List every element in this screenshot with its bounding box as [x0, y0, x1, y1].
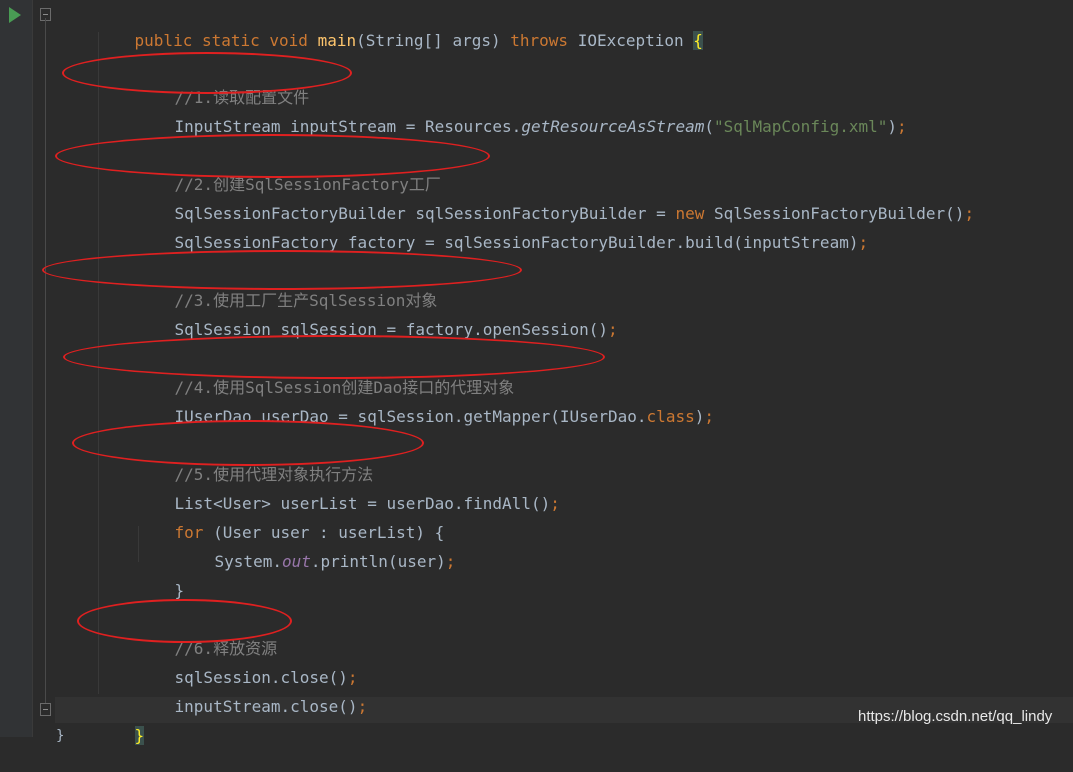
- code-text: System.: [214, 552, 282, 571]
- code-line-method-close[interactable]: }: [96, 700, 145, 745]
- code-line-builder[interactable]: SqlSessionFactoryBuilder sqlSessionFacto…: [136, 178, 975, 223]
- code-text: }: [174, 581, 185, 600]
- annotation-ellipse: [72, 420, 424, 466]
- matched-brace: }: [134, 726, 145, 745]
- annotation-ellipse: [62, 52, 352, 94]
- keyword: void: [269, 31, 308, 50]
- code-line-dao[interactable]: IUserDao userDao = sqlSession.getMapper(…: [136, 381, 714, 426]
- code-line-factory[interactable]: SqlSessionFactory factory = sqlSessionFa…: [136, 207, 869, 252]
- semicolon: ;: [858, 233, 869, 252]
- fold-marker-icon[interactable]: [40, 703, 51, 716]
- editor-gutter: [0, 0, 32, 737]
- code-editor[interactable]: public static void main(String[] args) t…: [0, 0, 1073, 745]
- code-text: InputStream inputStream = Resources.: [174, 117, 522, 136]
- method-params: (String[] args): [356, 31, 501, 50]
- semicolon: ;: [897, 117, 907, 136]
- method-name: main: [317, 31, 357, 50]
- annotation-ellipse: [77, 599, 292, 643]
- watermark: https://blog.csdn.net/qq_lindy: [858, 708, 1053, 725]
- semicolon: ;: [608, 320, 618, 339]
- fold-column: [33, 0, 55, 737]
- code-line-input-stream[interactable]: InputStream inputStream = Resources.getR…: [136, 91, 907, 136]
- annotation-ellipse: [42, 250, 522, 290]
- code-text: inputStream.close(): [174, 697, 358, 716]
- string-literal: "SqlMapConfig.xml": [713, 117, 888, 136]
- code-line-close-session[interactable]: sqlSession.close();: [136, 642, 358, 687]
- matched-brace: {: [693, 31, 703, 50]
- code-text: ): [887, 117, 898, 136]
- code-text: (: [704, 117, 714, 136]
- keyword: class: [646, 407, 695, 426]
- semicolon: ;: [964, 204, 975, 223]
- keyword: static: [201, 31, 260, 50]
- exception-type: IOException: [577, 31, 684, 50]
- keyword: public: [134, 31, 193, 50]
- semicolon: ;: [704, 407, 714, 426]
- semicolon: ;: [357, 697, 368, 716]
- keyword: throws: [510, 31, 569, 50]
- run-icon[interactable]: [9, 7, 21, 23]
- code-line-list[interactable]: List<User> userList = userDao.findAll();: [136, 468, 560, 513]
- code-line-print[interactable]: System.out.println(user);: [176, 526, 456, 571]
- code-line-for-close[interactable]: }: [136, 555, 185, 600]
- static-field: out: [281, 552, 311, 571]
- code-line-close-stream[interactable]: inputStream.close();: [136, 671, 368, 716]
- annotation-ellipse: [63, 335, 605, 379]
- code-line-signature[interactable]: public static void main(String[] args) t…: [96, 5, 703, 50]
- annotation-ellipse: [55, 134, 490, 178]
- semicolon: ;: [550, 494, 560, 513]
- fold-range-line: [45, 18, 46, 708]
- class-closing-brace: }: [56, 728, 65, 744]
- static-method: getResourceAsStream: [521, 117, 705, 136]
- code-line-for[interactable]: for (User user : userList) {: [136, 497, 445, 542]
- semicolon: ;: [445, 552, 456, 571]
- code-text: ): [694, 407, 705, 426]
- code-text: .println(user): [310, 552, 446, 571]
- code-line-session[interactable]: SqlSession sqlSession = factory.openSess…: [136, 294, 618, 339]
